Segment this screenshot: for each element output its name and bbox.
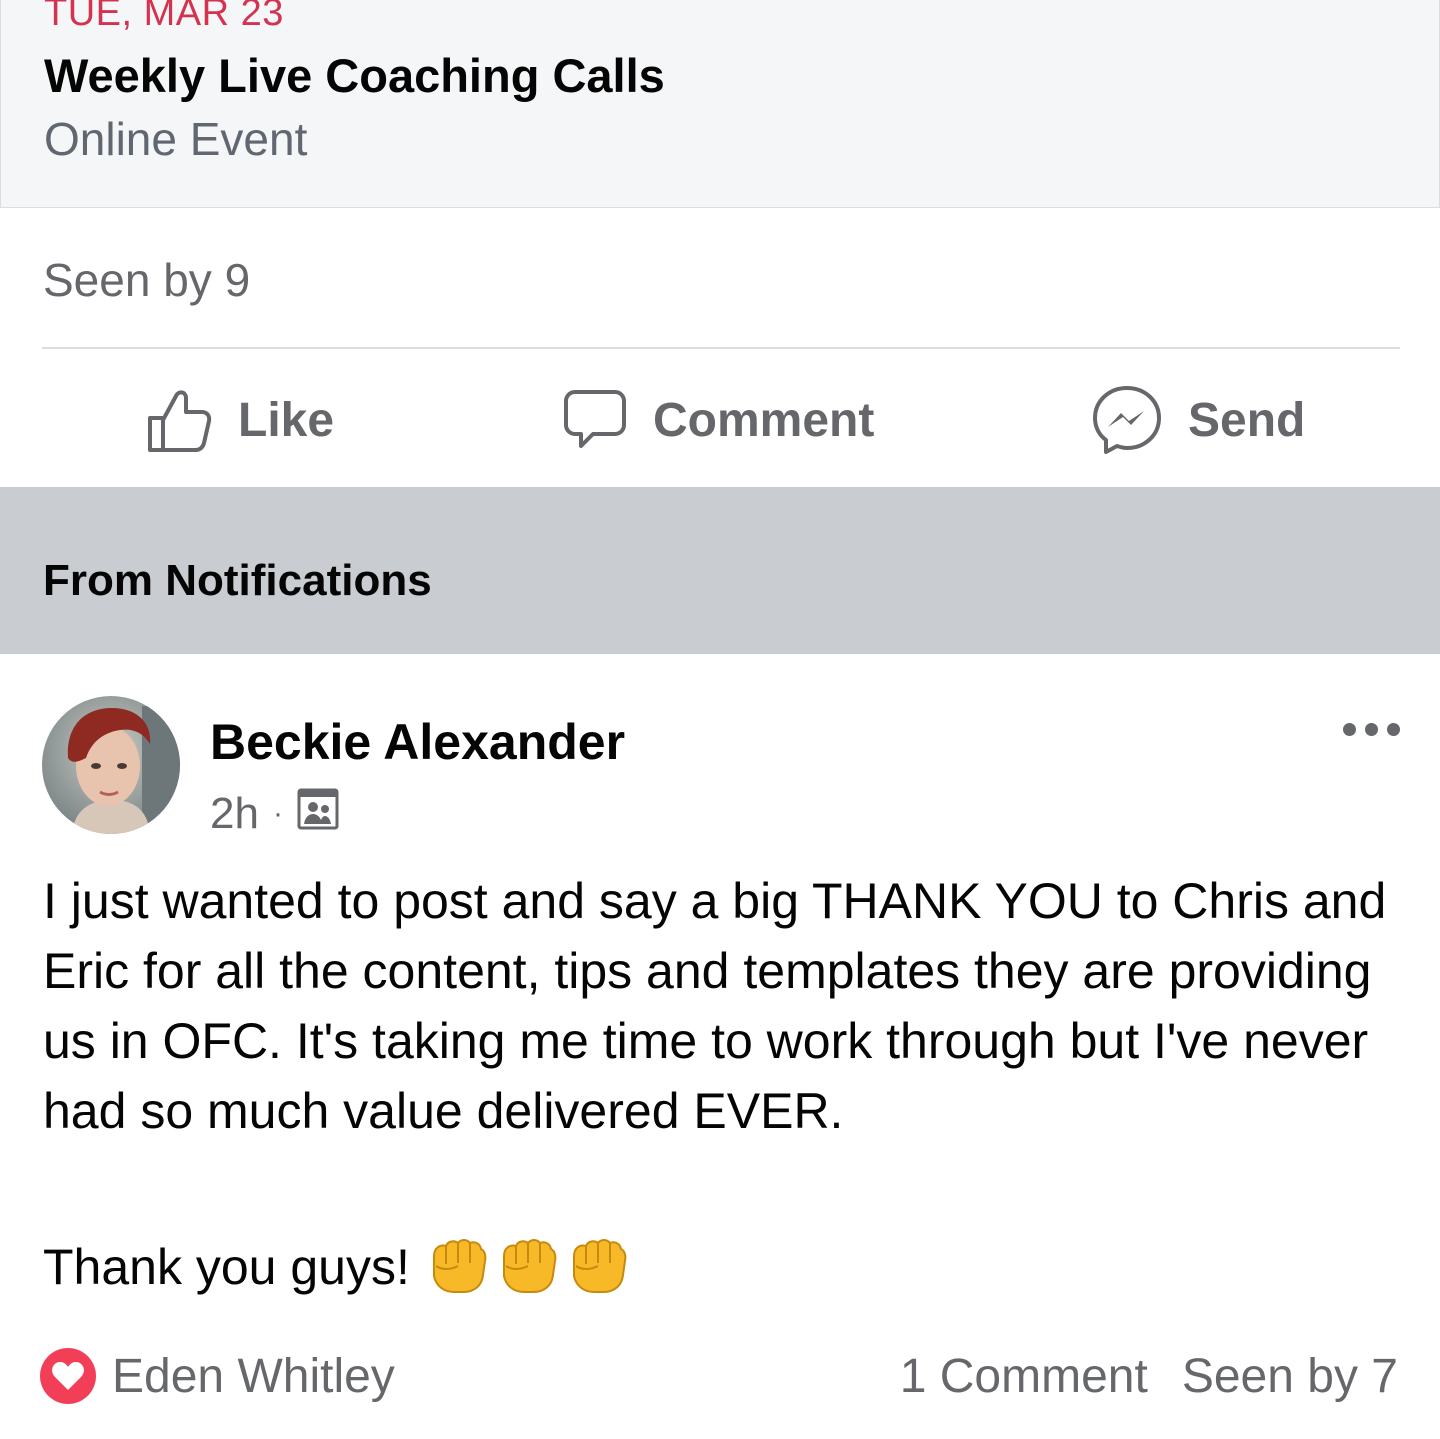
send-button[interactable]: Send xyxy=(1092,380,1305,460)
fist-bump-icon xyxy=(432,1239,487,1293)
event-location: Online Event xyxy=(44,113,308,165)
seen-by-count[interactable]: Seen by 7 xyxy=(1182,1349,1398,1404)
like-label: Like xyxy=(238,393,335,447)
send-label: Send xyxy=(1188,393,1306,447)
divider xyxy=(42,347,1400,349)
section-title: From Notifications xyxy=(43,556,432,605)
group-audience-icon xyxy=(297,788,339,841)
reactor-name: Eden Whitley xyxy=(112,1349,395,1403)
more-dot xyxy=(1364,722,1378,736)
comment-bubble-icon xyxy=(563,388,627,452)
fist-bump-icon xyxy=(502,1239,557,1293)
author-name[interactable]: Beckie Alexander xyxy=(210,713,625,771)
post-closing-line: Thank you guys! xyxy=(43,1232,630,1302)
meta-separator: · xyxy=(272,797,283,830)
author-avatar[interactable] xyxy=(42,696,180,834)
reactions-summary[interactable]: Eden Whitley xyxy=(40,1346,395,1406)
post-time[interactable]: 2h xyxy=(210,789,259,839)
seen-by-count[interactable]: Seen by 9 xyxy=(43,253,250,307)
post-closing-text: Thank you guys! xyxy=(43,1239,410,1295)
thumbs-up-icon xyxy=(146,386,212,454)
engagement-counts: 1 Comment Seen by 7 xyxy=(900,1346,1398,1406)
heart-icon xyxy=(40,1348,96,1404)
fist-emoji-group xyxy=(426,1236,630,1298)
fist-bump-icon xyxy=(572,1239,627,1293)
post-meta: 2h · xyxy=(210,788,339,840)
like-button[interactable]: Like xyxy=(146,380,334,460)
comment-label: Comment xyxy=(653,393,875,447)
event-title[interactable]: Weekly Live Coaching Calls xyxy=(44,48,665,103)
more-dot xyxy=(1342,722,1356,736)
event-card[interactable]: TUE, MAR 23 Weekly Live Coaching Calls O… xyxy=(0,0,1440,208)
messenger-icon xyxy=(1092,385,1162,455)
post-body: I just wanted to post and say a big THAN… xyxy=(43,873,1387,1139)
comment-count[interactable]: 1 Comment xyxy=(900,1349,1148,1404)
comment-button[interactable]: Comment xyxy=(563,380,874,460)
event-date: TUE, MAR 23 xyxy=(44,0,284,34)
more-options-button[interactable] xyxy=(1338,714,1404,744)
more-dot xyxy=(1386,722,1400,736)
